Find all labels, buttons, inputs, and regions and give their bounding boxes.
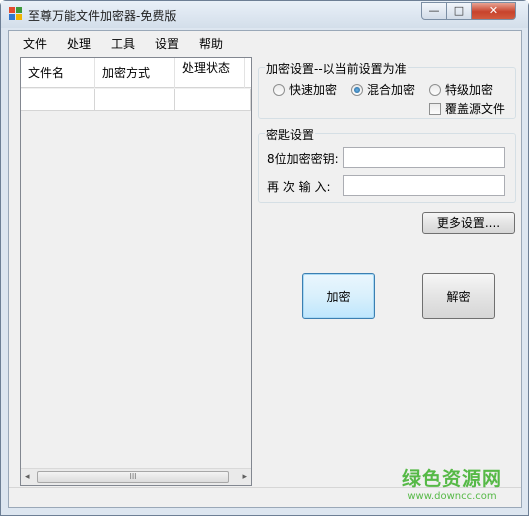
watermark-brand: 绿色资源网 bbox=[401, 468, 502, 490]
radio-mixed-button[interactable] bbox=[351, 84, 363, 96]
radio-premium[interactable]: 特级加密 bbox=[429, 81, 493, 98]
menu-file[interactable]: 文件 bbox=[23, 35, 47, 52]
app-window: 至尊万能文件加密器-免费版 — □ ✕ 文件 处理 工具 设置 帮助 文件名 加… bbox=[0, 0, 529, 516]
file-list[interactable]: 文件名 加密方式 处理状态 ◂ III ▸ bbox=[20, 57, 252, 486]
menu-process[interactable]: 处理 bbox=[67, 35, 91, 52]
key-settings-title: 密匙设置 bbox=[265, 126, 316, 143]
watermark-url: www.downcc.com bbox=[407, 491, 497, 502]
confirm-key-input[interactable] bbox=[343, 175, 505, 196]
menu-help[interactable]: 帮助 bbox=[199, 35, 223, 52]
radio-mixed-label: 混合加密 bbox=[367, 83, 416, 97]
confirm-key-label: 再 次 输 入: bbox=[267, 180, 331, 194]
horizontal-scrollbar[interactable]: ◂ III ▸ bbox=[21, 468, 251, 485]
radio-fast[interactable]: 快速加密 bbox=[273, 81, 337, 98]
menu-tools[interactable]: 工具 bbox=[111, 35, 135, 52]
column-method[interactable]: 加密方式 bbox=[95, 58, 175, 88]
radio-fast-button[interactable] bbox=[273, 84, 285, 96]
maximize-button[interactable]: □ bbox=[447, 2, 472, 20]
radio-fast-label: 快速加密 bbox=[289, 83, 338, 97]
radio-premium-button[interactable] bbox=[429, 84, 441, 96]
overwrite-source-checkbox[interactable]: 覆盖源文件 bbox=[429, 100, 505, 117]
column-filename[interactable]: 文件名 bbox=[21, 58, 95, 88]
watermark: 绿色资源网 www.downcc.com bbox=[397, 464, 507, 502]
menu-settings[interactable]: 设置 bbox=[155, 35, 179, 52]
table-row[interactable] bbox=[21, 89, 251, 111]
menu-bar: 文件 处理 工具 设置 帮助 bbox=[9, 31, 521, 53]
client-area: 文件 处理 工具 设置 帮助 文件名 加密方式 处理状态 ◂ III ▸ 加密设… bbox=[8, 30, 522, 508]
scroll-thumb[interactable]: III bbox=[37, 471, 229, 483]
minimize-button[interactable]: — bbox=[421, 2, 447, 20]
app-icon bbox=[9, 7, 23, 21]
title-bar[interactable]: 至尊万能文件加密器-免费版 — □ ✕ bbox=[1, 1, 528, 28]
close-button[interactable]: ✕ bbox=[472, 2, 516, 20]
encryption-settings-group: 加密设置--以当前设置为准 快速加密 混合加密 特级加密 覆盖源文件 bbox=[258, 60, 516, 119]
table-cell bbox=[95, 89, 175, 111]
radio-premium-label: 特级加密 bbox=[445, 83, 494, 97]
more-settings-button[interactable]: 更多设置.... bbox=[422, 212, 515, 234]
radio-mixed[interactable]: 混合加密 bbox=[351, 81, 415, 98]
key-input[interactable] bbox=[343, 147, 505, 168]
file-list-header: 文件名 加密方式 处理状态 bbox=[21, 58, 251, 88]
table-cell bbox=[21, 89, 95, 111]
key-label: 8位加密密钥: bbox=[267, 152, 339, 166]
encrypt-button[interactable]: 加密 bbox=[302, 273, 375, 319]
scroll-right-icon[interactable]: ▸ bbox=[242, 472, 247, 482]
key-settings-group: 密匙设置 8位加密密钥: 再 次 输 入: bbox=[258, 126, 516, 203]
scroll-left-icon[interactable]: ◂ bbox=[25, 472, 30, 482]
overwrite-checkbox-box[interactable] bbox=[429, 103, 441, 115]
window-title: 至尊万能文件加密器-免费版 bbox=[28, 9, 177, 23]
encryption-settings-title: 加密设置--以当前设置为准 bbox=[265, 60, 408, 77]
overwrite-label: 覆盖源文件 bbox=[445, 102, 506, 116]
decrypt-button[interactable]: 解密 bbox=[422, 273, 495, 319]
column-status[interactable]: 处理状态 bbox=[175, 58, 245, 88]
table-cell bbox=[175, 89, 251, 111]
